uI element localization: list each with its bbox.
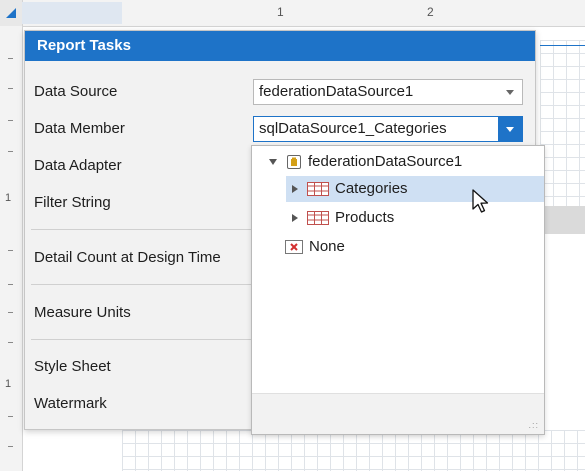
data-member-combo[interactable]: sqlDataSource1_Categories	[253, 116, 523, 142]
tree-root-label: federationDataSource1	[308, 153, 463, 170]
report-canvas-bottom[interactable]	[122, 430, 585, 471]
band-boundary	[540, 45, 585, 46]
report-canvas[interactable]	[540, 40, 585, 230]
ruler-active-region	[22, 2, 122, 24]
tree-item-products[interactable]: Products	[292, 205, 394, 231]
separator	[31, 284, 251, 285]
separator	[31, 229, 251, 230]
band-header[interactable]	[540, 206, 585, 234]
data-source-value: federationDataSource1	[259, 83, 414, 100]
data-source-label: Data Source	[34, 83, 118, 100]
tree-item-label: Products	[335, 209, 395, 226]
table-icon	[307, 182, 329, 196]
separator	[31, 339, 251, 340]
detail-count-label: Detail Count at Design Time	[34, 249, 221, 266]
data-member-dropdown: federationDataSource1 Categories Product…	[251, 145, 545, 435]
tree-item-label: Categories	[335, 180, 408, 197]
expand-down-icon[interactable]	[269, 159, 277, 165]
measure-units-label: Measure Units	[34, 304, 131, 321]
filter-string-label: Filter String	[34, 194, 111, 211]
ruler-left-number-2: 1	[5, 378, 12, 390]
dropdown-footer: .::	[252, 393, 544, 434]
ruler-left-number: 1	[5, 192, 12, 204]
expand-right-icon[interactable]	[292, 185, 298, 193]
ruler-corner[interactable]	[0, 0, 23, 26]
horizontal-ruler: 1 2	[0, 0, 585, 27]
tree-item-none-label: None	[309, 238, 345, 255]
watermark-label: Watermark	[34, 395, 107, 412]
ruler-number-1: 1	[277, 5, 284, 19]
data-member-value: sqlDataSource1_Categories	[259, 120, 447, 137]
tree-item-none[interactable]: None	[285, 234, 345, 260]
chevron-down-icon[interactable]	[498, 80, 522, 104]
table-icon	[307, 211, 329, 225]
panel-title: Report Tasks	[25, 31, 535, 61]
tree-root-node[interactable]: federationDataSource1	[269, 149, 462, 175]
none-icon	[285, 240, 303, 254]
tree-item-categories[interactable]: Categories	[286, 176, 544, 202]
expand-right-icon[interactable]	[292, 214, 298, 222]
resize-grip-icon[interactable]: .::	[528, 420, 539, 430]
style-sheet-label: Style Sheet	[34, 358, 111, 375]
data-source-combo[interactable]: federationDataSource1	[253, 79, 523, 105]
vertical-ruler: 1 1	[0, 26, 23, 471]
database-icon	[287, 155, 301, 169]
chevron-down-icon[interactable]	[498, 117, 522, 141]
ruler-number-2: 2	[427, 5, 434, 19]
data-member-label: Data Member	[34, 120, 125, 137]
mouse-cursor-icon	[472, 189, 489, 213]
data-adapter-label: Data Adapter	[34, 157, 122, 174]
